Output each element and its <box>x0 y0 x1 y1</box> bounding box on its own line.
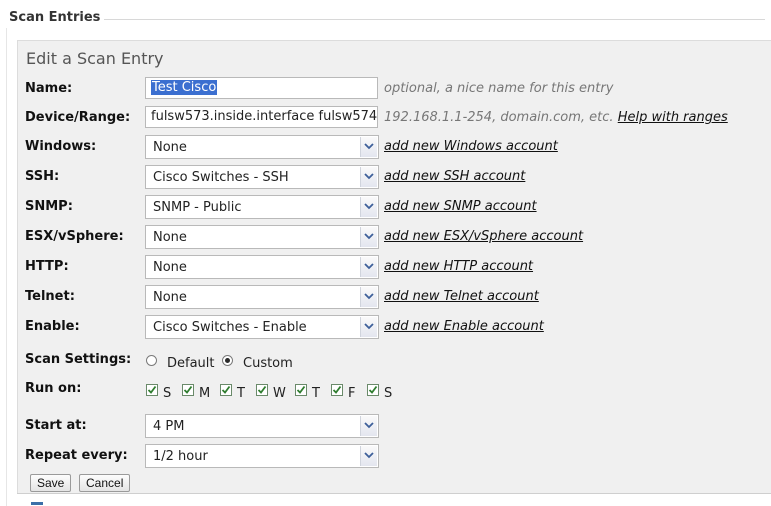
chevron-down-icon[interactable] <box>360 257 377 277</box>
chevron-down-icon[interactable] <box>360 416 377 436</box>
telnet-label: Telnet: <box>25 289 75 304</box>
add-windows-account-link[interactable]: add new Windows account <box>384 139 558 154</box>
day-checkbox-wed[interactable] <box>256 384 268 396</box>
left-divider <box>6 28 7 506</box>
cancel-button[interactable]: Cancel <box>79 474 131 492</box>
device-input[interactable]: fulsw573.inside.interface fulsw574.in <box>145 106 378 128</box>
day-checkbox-thu[interactable] <box>295 384 307 396</box>
name-input[interactable]: Test Cisco <box>145 77 378 99</box>
snmp-select-value: SNMP - Public <box>153 200 242 215</box>
device-hint: 192.168.1.1-254, domain.com, etc. Help w… <box>384 110 728 125</box>
esx-label: ESX/vSphere: <box>25 229 124 244</box>
snmp-select[interactable]: SNMP - Public <box>145 195 379 219</box>
day-checkbox-tue[interactable] <box>220 384 232 396</box>
custom-radio-label: Custom <box>243 356 293 371</box>
chevron-down-icon[interactable] <box>360 446 377 466</box>
name-input-value: Test Cisco <box>151 80 218 95</box>
add-telnet-account-link[interactable]: add new Telnet account <box>384 289 539 304</box>
repeat-every-label: Repeat every: <box>25 448 128 463</box>
chevron-down-icon[interactable] <box>360 227 377 247</box>
enable-select-value: Cisco Switches - Enable <box>153 320 307 335</box>
ssh-label: SSH: <box>25 169 60 184</box>
custom-radio[interactable] <box>222 355 233 366</box>
device-hint-text: 192.168.1.1-254, domain.com, etc. <box>384 110 614 125</box>
esx-select-value: None <box>153 230 187 245</box>
day-label: W <box>273 386 286 401</box>
section-divider <box>104 19 765 20</box>
help-with-ranges-link[interactable]: Help with ranges <box>618 110 728 125</box>
device-label: Device/Range: <box>25 110 131 125</box>
add-esx-account-link[interactable]: add new ESX/vSphere account <box>384 229 583 244</box>
ssh-select[interactable]: Cisco Switches - SSH <box>145 165 379 189</box>
enable-select[interactable]: Cisco Switches - Enable <box>145 315 379 339</box>
default-radio[interactable] <box>146 355 157 366</box>
day-label: F <box>348 386 356 401</box>
http-label: HTTP: <box>25 259 69 274</box>
chevron-down-icon[interactable] <box>360 197 377 217</box>
day-checkbox-sat[interactable] <box>367 384 379 396</box>
default-radio-label: Default <box>167 356 215 371</box>
day-label: S <box>384 386 393 401</box>
day-label: M <box>199 386 211 401</box>
name-label: Name: <box>25 81 73 96</box>
day-label: T <box>237 386 245 401</box>
telnet-select[interactable]: None <box>145 285 379 309</box>
snmp-label: SNMP: <box>25 199 73 214</box>
add-snmp-account-link[interactable]: add new SNMP account <box>384 199 537 214</box>
chevron-down-icon[interactable] <box>360 137 377 157</box>
repeat-every-select[interactable]: 1/2 hour <box>145 444 379 468</box>
start-at-select[interactable]: 4 PM <box>145 414 379 438</box>
repeat-every-select-value: 1/2 hour <box>153 449 208 464</box>
add-ssh-account-link[interactable]: add new SSH account <box>384 169 525 184</box>
day-label: S <box>163 386 172 401</box>
section-title: Scan Entries <box>9 10 101 25</box>
day-checkbox-sun[interactable] <box>146 384 158 396</box>
add-enable-account-link[interactable]: add new Enable account <box>384 319 544 334</box>
chevron-down-icon[interactable] <box>360 167 377 187</box>
day-checkbox-fri[interactable] <box>331 384 343 396</box>
add-http-account-link[interactable]: add new HTTP account <box>384 259 533 274</box>
edit-scan-entry-panel: Edit a Scan Entry Name: Test Cisco optio… <box>17 40 771 494</box>
windows-select-value: None <box>153 140 187 155</box>
save-button[interactable]: Save <box>30 474 72 492</box>
panel-title: Edit a Scan Entry <box>26 49 164 68</box>
enable-label: Enable: <box>25 319 80 334</box>
telnet-select-value: None <box>153 290 187 305</box>
chevron-down-icon[interactable] <box>360 317 377 337</box>
run-on-label: Run on: <box>25 381 82 396</box>
day-checkbox-mon[interactable] <box>182 384 194 396</box>
http-select[interactable]: None <box>145 255 379 279</box>
esx-select[interactable]: None <box>145 225 379 249</box>
scan-settings-label: Scan Settings: <box>25 352 132 367</box>
ssh-select-value: Cisco Switches - SSH <box>153 170 289 185</box>
windows-label: Windows: <box>25 139 97 154</box>
panel-bottom-border <box>17 493 771 494</box>
http-select-value: None <box>153 260 187 275</box>
name-hint: optional, a nice name for this entry <box>384 81 614 96</box>
chevron-down-icon[interactable] <box>360 287 377 307</box>
day-label: T <box>312 386 320 401</box>
start-at-select-value: 4 PM <box>153 419 185 434</box>
windows-select[interactable]: None <box>145 135 379 159</box>
start-at-label: Start at: <box>25 418 87 433</box>
